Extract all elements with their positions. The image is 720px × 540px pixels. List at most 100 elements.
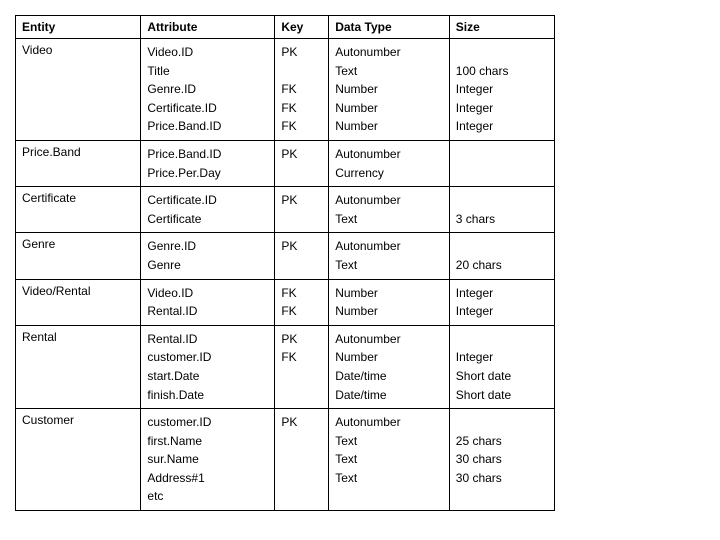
datatype-cell-line: Autonumber bbox=[335, 191, 443, 210]
attribute-cell-line: finish.Date bbox=[147, 386, 268, 405]
key-cell-line bbox=[281, 367, 322, 386]
entity-cell: Video bbox=[16, 39, 141, 141]
size-cell: IntegerInteger bbox=[449, 279, 554, 325]
key-cell-line bbox=[281, 62, 322, 81]
attribute-cell-line: Certificate bbox=[147, 210, 268, 229]
size-cell: 3 chars bbox=[449, 187, 554, 233]
attribute-cell-line: Title bbox=[147, 62, 268, 81]
table-row: Video/RentalVideo.IDRental.IDFKFKNumberN… bbox=[16, 279, 555, 325]
size-cell-line: Integer bbox=[456, 80, 548, 99]
attribute-cell-line: etc bbox=[147, 487, 268, 506]
datatype-cell-line: Text bbox=[335, 469, 443, 488]
key-cell-line: PK bbox=[281, 145, 322, 164]
datatype-cell-line: Autonumber bbox=[335, 413, 443, 432]
size-cell-line bbox=[456, 413, 548, 432]
attribute-cell-line: sur.Name bbox=[147, 450, 268, 469]
size-cell: 25 chars30 chars30 chars bbox=[449, 409, 554, 511]
datatype-cell-line: Autonumber bbox=[335, 43, 443, 62]
entity-cell: Customer bbox=[16, 409, 141, 511]
header-size: Size bbox=[449, 16, 554, 39]
datatype-cell-line: Number bbox=[335, 348, 443, 367]
key-cell-line: FK bbox=[281, 117, 322, 136]
datatype-cell-line: Currency bbox=[335, 164, 443, 183]
datatype-cell-line: Text bbox=[335, 432, 443, 451]
key-cell-line bbox=[281, 469, 322, 488]
entity-cell: Genre bbox=[16, 233, 141, 279]
attribute-cell-line: Rental.ID bbox=[147, 330, 268, 349]
key-cell-line: PK bbox=[281, 330, 322, 349]
datatype-cell: AutonumberText bbox=[329, 187, 450, 233]
size-cell-line: 30 chars bbox=[456, 469, 548, 488]
size-cell-line: Integer bbox=[456, 99, 548, 118]
size-cell: 20 chars bbox=[449, 233, 554, 279]
datatype-cell-line: Text bbox=[335, 450, 443, 469]
key-cell-line bbox=[281, 432, 322, 451]
key-cell-line: PK bbox=[281, 191, 322, 210]
key-cell: PK bbox=[275, 409, 329, 511]
table-row: GenreGenre.IDGenrePK AutonumberText 20 c… bbox=[16, 233, 555, 279]
key-cell: PK FKFKFK bbox=[275, 39, 329, 141]
datatype-cell-line: Text bbox=[335, 62, 443, 81]
size-cell-line bbox=[456, 330, 548, 349]
size-cell-line bbox=[456, 164, 548, 183]
size-cell-line bbox=[456, 43, 548, 62]
header-datatype: Data Type bbox=[329, 16, 450, 39]
key-cell-line bbox=[281, 450, 322, 469]
datatype-cell-line: Text bbox=[335, 256, 443, 275]
datatype-cell: AutonumberText bbox=[329, 233, 450, 279]
table-row: RentalRental.IDcustomer.IDstart.Datefini… bbox=[16, 325, 555, 408]
datatype-cell-line: Text bbox=[335, 210, 443, 229]
key-cell-line bbox=[281, 386, 322, 405]
key-cell: PK bbox=[275, 233, 329, 279]
attribute-cell-line: Certificate.ID bbox=[147, 99, 268, 118]
datatype-cell-line: Autonumber bbox=[335, 330, 443, 349]
size-cell-line bbox=[456, 487, 548, 506]
size-cell-line bbox=[456, 145, 548, 164]
header-attribute: Attribute bbox=[141, 16, 275, 39]
key-cell-line: FK bbox=[281, 80, 322, 99]
entity-cell: Price.Band bbox=[16, 140, 141, 186]
header-entity: Entity bbox=[16, 16, 141, 39]
key-cell-line bbox=[281, 164, 322, 183]
attribute-cell-line: Genre bbox=[147, 256, 268, 275]
attribute-cell-line: customer.ID bbox=[147, 348, 268, 367]
key-cell-line bbox=[281, 210, 322, 229]
header-row: Entity Attribute Key Data Type Size bbox=[16, 16, 555, 39]
key-cell-line: FK bbox=[281, 348, 322, 367]
attribute-cell: Rental.IDcustomer.IDstart.Datefinish.Dat… bbox=[141, 325, 275, 408]
size-cell-line: 30 chars bbox=[456, 450, 548, 469]
datatype-cell-line: Number bbox=[335, 284, 443, 303]
table-row: CertificateCertificate.IDCertificatePK A… bbox=[16, 187, 555, 233]
attribute-cell: Video.IDTitleGenre.IDCertificate.IDPrice… bbox=[141, 39, 275, 141]
datatype-cell-line bbox=[335, 487, 443, 506]
attribute-cell: Genre.IDGenre bbox=[141, 233, 275, 279]
size-cell: IntegerShort dateShort date bbox=[449, 325, 554, 408]
size-cell-line: Integer bbox=[456, 302, 548, 321]
key-cell-line: FK bbox=[281, 99, 322, 118]
size-cell-line: 3 chars bbox=[456, 210, 548, 229]
attribute-cell-line: start.Date bbox=[147, 367, 268, 386]
size-cell bbox=[449, 140, 554, 186]
size-cell-line: Short date bbox=[456, 367, 548, 386]
table-row: VideoVideo.IDTitleGenre.IDCertificate.ID… bbox=[16, 39, 555, 141]
key-cell: PK bbox=[275, 140, 329, 186]
key-cell-line: PK bbox=[281, 413, 322, 432]
header-key: Key bbox=[275, 16, 329, 39]
attribute-cell-line: Rental.ID bbox=[147, 302, 268, 321]
attribute-cell-line: Price.Band.ID bbox=[147, 145, 268, 164]
attribute-cell: Price.Band.IDPrice.Per.Day bbox=[141, 140, 275, 186]
table-row: Customercustomer.IDfirst.Namesur.NameAdd… bbox=[16, 409, 555, 511]
datatype-cell: AutonumberTextNumberNumberNumber bbox=[329, 39, 450, 141]
datatype-cell-line: Number bbox=[335, 99, 443, 118]
entity-cell: Video/Rental bbox=[16, 279, 141, 325]
key-cell-line bbox=[281, 256, 322, 275]
size-cell-line bbox=[456, 191, 548, 210]
attribute-cell-line: Address#1 bbox=[147, 469, 268, 488]
datatype-cell: NumberNumber bbox=[329, 279, 450, 325]
size-cell-line: Integer bbox=[456, 117, 548, 136]
datatype-cell-line: Autonumber bbox=[335, 237, 443, 256]
size-cell-line: 20 chars bbox=[456, 256, 548, 275]
datatype-cell-line: Date/time bbox=[335, 386, 443, 405]
attribute-cell-line: first.Name bbox=[147, 432, 268, 451]
size-cell-line: Integer bbox=[456, 348, 548, 367]
